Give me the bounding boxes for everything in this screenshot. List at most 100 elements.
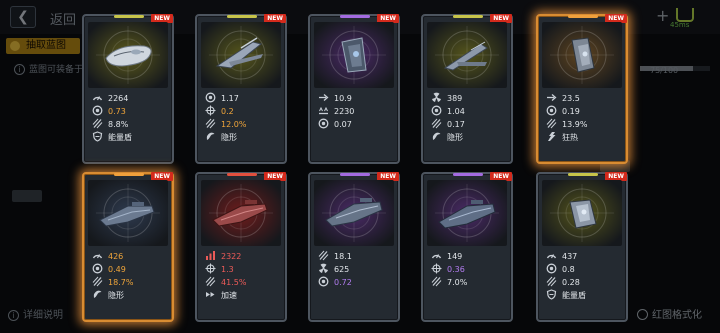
- target-ring-icon: [546, 263, 557, 274]
- rarity-bar: [568, 173, 598, 176]
- blueprint-card[interactable]: NEW 2264 0.73 8.8% 能量盾: [82, 14, 174, 164]
- rarity-bar: [114, 173, 144, 176]
- slash-icon: [431, 118, 442, 129]
- ship-art-ship-f: [88, 180, 168, 246]
- blueprint-card[interactable]: NEW 437 0.8 0.28 能量盾: [536, 172, 628, 322]
- stat-value: 625: [334, 265, 350, 274]
- target-ring-icon: [318, 118, 329, 129]
- stat-row: 10.9: [318, 92, 394, 105]
- stat-row: 0.73: [92, 105, 168, 118]
- stat-value: 7.0%: [447, 278, 468, 287]
- stat-value: 18.7%: [108, 278, 134, 287]
- stat-row: 狂热: [546, 131, 622, 144]
- ship-art-ship-e: [542, 22, 622, 88]
- stat-row: 0.07: [318, 118, 394, 131]
- ship-art-ship-c: [314, 22, 394, 88]
- stat-value: 隐形: [221, 133, 237, 142]
- gauge-icon: [431, 250, 442, 261]
- blueprint-card[interactable]: NEW 18.1 625 0.72: [308, 172, 400, 322]
- stat-value: 8.8%: [108, 120, 129, 129]
- rarity-bar: [227, 15, 257, 18]
- stat-row: 2230: [318, 105, 394, 118]
- stat-value: 2230: [334, 107, 355, 116]
- stat-row: 18.7%: [92, 276, 168, 289]
- blueprint-card[interactable]: NEW 2322 1.3 41.5% 加速: [195, 172, 287, 322]
- stat-value: 41.5%: [221, 278, 247, 287]
- stat-row: 2264: [92, 92, 168, 105]
- card-stats: 18.1 625 0.72: [318, 250, 394, 289]
- blueprint-card[interactable]: NEW 389 1.04 0.17 隐形: [421, 14, 513, 164]
- stat-value: 加速: [221, 291, 237, 300]
- stat-row: 1.04: [431, 105, 507, 118]
- rarity-bar: [340, 15, 370, 18]
- rarity-bar: [568, 15, 598, 18]
- card-stats: 426 0.49 18.7% 隐形: [92, 250, 168, 302]
- stat-value: 23.5: [562, 94, 580, 103]
- slash-icon: [546, 276, 557, 287]
- rarity-bar: [227, 173, 257, 176]
- scale-icon: [318, 105, 329, 116]
- ship-art-ship-a: [88, 22, 168, 88]
- slash-icon: [205, 276, 216, 287]
- stat-value: 1.3: [221, 265, 234, 274]
- stat-value: 2264: [108, 94, 129, 103]
- bars-icon: [205, 250, 216, 261]
- speed-icon: [205, 289, 216, 300]
- stat-row: 149: [431, 250, 507, 263]
- crosshair-icon: [205, 105, 216, 116]
- rarity-bar: [453, 173, 483, 176]
- stat-value: 1.04: [447, 107, 465, 116]
- ship-art-ship-d: [427, 22, 507, 88]
- blueprint-card[interactable]: NEW 149 0.36 7.0%: [421, 172, 513, 322]
- stat-row: 41.5%: [205, 276, 281, 289]
- card-stats: 1.17 0.2 12.0% 隐形: [205, 92, 281, 144]
- stat-row: 0.2: [205, 105, 281, 118]
- stat-value: 0.8: [562, 265, 575, 274]
- card-stats: 437 0.8 0.28 能量盾: [546, 250, 622, 302]
- stat-value: 426: [108, 252, 124, 261]
- target-ring-icon: [431, 105, 442, 116]
- gauge-icon: [92, 92, 103, 103]
- target-ring-icon: [546, 105, 557, 116]
- blueprint-card[interactable]: NEW 23.5 0.19 13.9% 狂热: [536, 14, 628, 164]
- stat-value: 12.0%: [221, 120, 247, 129]
- stat-value: 0.72: [334, 278, 352, 287]
- stat-value: 隐形: [108, 291, 124, 300]
- stat-row: 0.19: [546, 105, 622, 118]
- stat-row: 23.5: [546, 92, 622, 105]
- stat-value: 0.73: [108, 107, 126, 116]
- ship-art-ship-j: [542, 180, 622, 246]
- stat-row: 0.49: [92, 263, 168, 276]
- stat-value: 18.1: [334, 252, 352, 261]
- slash-icon: [205, 118, 216, 129]
- stat-value: 149: [447, 252, 463, 261]
- stat-row: 389: [431, 92, 507, 105]
- stat-row: 隐形: [205, 131, 281, 144]
- arrow-icon: [546, 92, 557, 103]
- rarity-bar: [453, 15, 483, 18]
- stealth-icon: [431, 131, 442, 142]
- stat-row: 1.17: [205, 92, 281, 105]
- stat-value: 能量盾: [108, 133, 132, 142]
- stat-row: 0.8: [546, 263, 622, 276]
- stat-value: 狂热: [562, 133, 578, 142]
- blueprint-card[interactable]: NEW 10.9 2230 0.07: [308, 14, 400, 164]
- slash-icon: [318, 250, 329, 261]
- target-ring-icon: [318, 276, 329, 287]
- stat-row: 0.17: [431, 118, 507, 131]
- slash-icon: [92, 276, 103, 287]
- stat-value: 1.17: [221, 94, 239, 103]
- ship-art-ship-g: [201, 180, 281, 246]
- shield-icon: [546, 289, 557, 300]
- blueprint-card[interactable]: NEW 1.17 0.2 12.0% 隐形: [195, 14, 287, 164]
- stat-row: 12.0%: [205, 118, 281, 131]
- stat-value: 隐形: [447, 133, 463, 142]
- stat-value: 能量盾: [562, 291, 586, 300]
- blueprint-card[interactable]: NEW 426 0.49 18.7% 隐形: [82, 172, 174, 322]
- stat-row: 隐形: [431, 131, 507, 144]
- card-stats: 149 0.36 7.0%: [431, 250, 507, 289]
- rarity-bar: [340, 173, 370, 176]
- card-stats: 2322 1.3 41.5% 加速: [205, 250, 281, 302]
- stat-row: 能量盾: [546, 289, 622, 302]
- stat-row: 437: [546, 250, 622, 263]
